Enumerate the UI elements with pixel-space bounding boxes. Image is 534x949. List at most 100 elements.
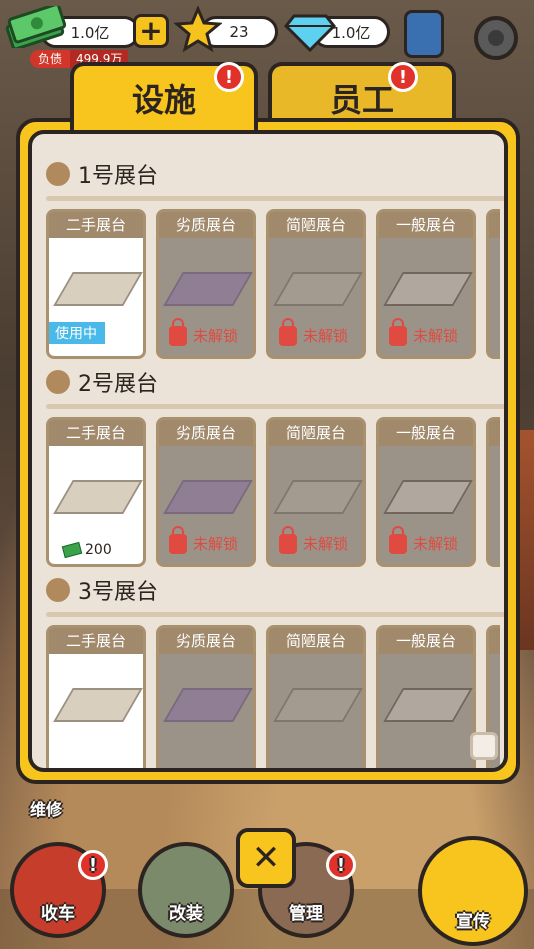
locked-indicator: 未解锁 — [169, 317, 238, 346]
lock-icon — [279, 317, 297, 346]
section-title-text: 1号展台 — [78, 164, 158, 189]
booth-mat-icon — [383, 480, 473, 514]
nav-promote-button[interactable]: 宣传 — [418, 836, 528, 946]
booth-mat-icon — [273, 480, 363, 514]
booth-card[interactable]: 简陋展台 未解锁 — [266, 417, 366, 567]
section-divider — [46, 196, 504, 201]
booth-card[interactable]: 简陋展台 未解锁 — [266, 209, 366, 359]
section-bullet-icon — [46, 578, 70, 602]
nav-collect-car-badge: ! — [78, 850, 108, 880]
booth-section-3: 3号展台 二手展台 劣质展台 简陋展台 一般展台 — [46, 574, 504, 768]
booth-card-overflow[interactable] — [486, 417, 500, 567]
cash-value: 1.0亿 — [70, 23, 110, 42]
lock-icon — [279, 525, 297, 554]
booth-card[interactable]: 一般展台 未解锁 — [376, 209, 476, 359]
booth-card[interactable]: 二手展台 200 — [46, 417, 146, 567]
booth-card-row: 二手展台 使用中 劣质展台 未解锁 简陋展台 未解锁 一般展台 未解锁 — [46, 209, 504, 359]
booth-card-title: 二手展台 — [49, 628, 143, 654]
section-title-text: 2号展台 — [78, 372, 158, 397]
booth-card-row: 二手展台 200 劣质展台 未解锁 简陋展台 未解锁 一般展台 未解锁 — [46, 417, 504, 567]
nav-promote-label: 宣传 — [456, 912, 490, 932]
nav-modify-button[interactable]: 改装 — [138, 842, 234, 938]
booth-mat-icon — [163, 688, 253, 722]
booth-card[interactable]: 简陋展台 — [266, 625, 366, 768]
booth-price: 200 — [61, 541, 112, 559]
booth-card[interactable]: 劣质展台 — [156, 625, 256, 768]
resize-handle[interactable] — [470, 732, 498, 760]
booth-section-2: 2号展台 二手展台 200 劣质展台 未解锁 简陋展台 未解锁 一般展台 未解锁 — [46, 366, 504, 567]
price-value: 200 — [85, 542, 112, 558]
locked-indicator: 未解锁 — [389, 317, 459, 346]
booth-card-overflow[interactable] — [486, 209, 500, 359]
lock-icon — [389, 317, 407, 346]
locked-indicator: 未解锁 — [279, 525, 349, 554]
booth-card-title: 劣质展台 — [159, 212, 253, 238]
booth-mat-icon — [163, 272, 253, 306]
facilities-panel: 1号展台 二手展台 使用中 劣质展台 未解锁 简陋展台 未解锁 一般展台 未解锁… — [16, 118, 520, 784]
nav-collect-car-button[interactable]: 收车 ! — [10, 842, 108, 938]
locked-indicator: 未解锁 — [279, 317, 349, 346]
booth-card[interactable]: 二手展台 使用中 — [46, 209, 146, 359]
debt-label: 负债 — [30, 50, 71, 68]
booth-mat-icon — [383, 688, 473, 722]
lock-text: 未解锁 — [303, 535, 349, 553]
lock-icon — [389, 525, 407, 554]
cash-icon — [61, 541, 83, 559]
diamond-icon — [284, 14, 336, 52]
section-title: 2号展台 — [46, 366, 504, 398]
booth-section-1: 1号展台 二手展台 使用中 劣质展台 未解锁 简陋展台 未解锁 一般展台 未解锁 — [46, 158, 504, 359]
booth-card-title: 劣质展台 — [159, 628, 253, 654]
close-icon: ✕ — [251, 838, 281, 878]
lock-text: 未解锁 — [413, 535, 459, 553]
tab-staff-badge: ! — [388, 62, 418, 92]
top-resource-bar: 1.0亿 + 负债 499.9万 23 1.0亿 — [0, 0, 534, 70]
locked-indicator: 未解锁 — [169, 525, 239, 554]
booth-mat-icon — [53, 272, 143, 306]
nav-manage-label: 管理 — [289, 904, 323, 924]
settings-gear-icon[interactable] — [470, 12, 522, 64]
booth-mat-icon — [273, 272, 363, 306]
section-title: 3号展台 — [46, 574, 504, 606]
booth-card-title: 简陋展台 — [269, 420, 363, 446]
booth-card-title: 二手展台 — [49, 212, 143, 238]
booth-card[interactable]: 二手展台 — [46, 625, 146, 768]
booth-card-title: 简陋展台 — [269, 212, 363, 238]
section-title-text: 3号展台 — [78, 580, 158, 605]
booth-card-title: 二手展台 — [49, 420, 143, 446]
star-icon — [174, 6, 222, 53]
tab-facilities-label: 设施 — [131, 81, 196, 119]
booth-mat-icon — [163, 480, 253, 514]
locked-indicator: 未解锁 — [389, 525, 459, 554]
section-title: 1号展台 — [46, 158, 504, 190]
section-divider — [46, 612, 504, 617]
lock-text: 未解锁 — [413, 327, 459, 345]
booth-card[interactable]: 劣质展台 未解锁 — [156, 417, 256, 567]
booth-card-title: 简陋展台 — [269, 628, 363, 654]
lock-icon — [169, 525, 187, 554]
booth-card[interactable]: 一般展台 — [376, 625, 476, 768]
booth-card-row: 二手展台 劣质展台 简陋展台 一般展台 — [46, 625, 504, 768]
booth-mat-icon — [383, 272, 473, 306]
facilities-list[interactable]: 1号展台 二手展台 使用中 劣质展台 未解锁 简陋展台 未解锁 一般展台 未解锁… — [28, 130, 508, 772]
lock-text: 未解锁 — [193, 535, 239, 553]
in-use-tag: 使用中 — [49, 320, 107, 346]
add-cash-button[interactable]: + — [133, 14, 169, 48]
lock-icon — [169, 317, 187, 346]
nav-manage-badge: ! — [326, 850, 356, 880]
profile-book-icon[interactable] — [404, 10, 444, 58]
cash-icon — [5, 6, 66, 48]
section-bullet-icon — [46, 370, 70, 394]
section-bullet-icon — [46, 162, 70, 186]
lock-text: 未解锁 — [303, 327, 349, 345]
booth-card[interactable]: 一般展台 未解锁 — [376, 417, 476, 567]
booth-card[interactable]: 劣质展台 未解锁 — [156, 209, 256, 359]
star-value: 23 — [229, 23, 249, 41]
booth-card-title: 一般展台 — [379, 212, 473, 238]
nav-collect-car-label: 收车 — [41, 904, 75, 924]
tab-facilities[interactable]: 设施 ! — [70, 62, 258, 130]
close-panel-button[interactable]: ✕ — [236, 828, 296, 888]
nav-modify-label: 改装 — [169, 904, 203, 924]
booth-card-title: 劣质展台 — [159, 420, 253, 446]
section-divider — [46, 404, 504, 409]
repair-label[interactable]: 维修 — [30, 796, 62, 820]
